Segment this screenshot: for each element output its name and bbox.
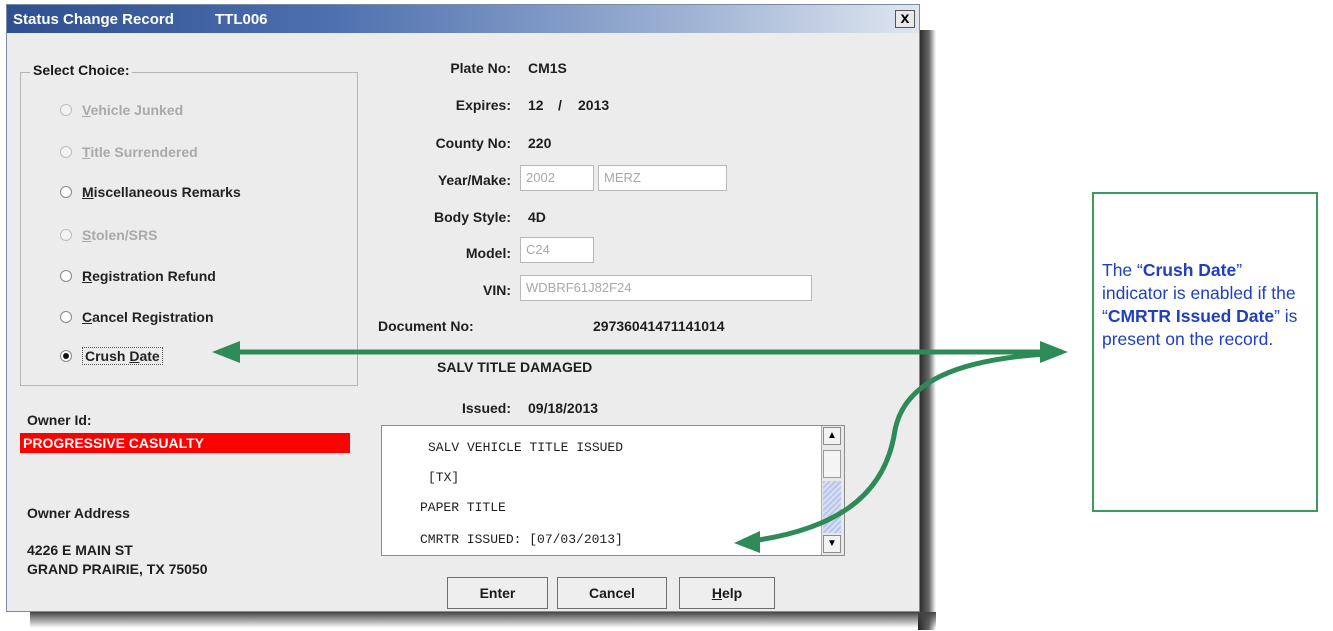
curved-arrow-line (751, 351, 1046, 544)
annotation-arrows (212, 341, 1068, 553)
curved-arrow-head (734, 531, 760, 553)
arrow-head-left (212, 341, 240, 363)
